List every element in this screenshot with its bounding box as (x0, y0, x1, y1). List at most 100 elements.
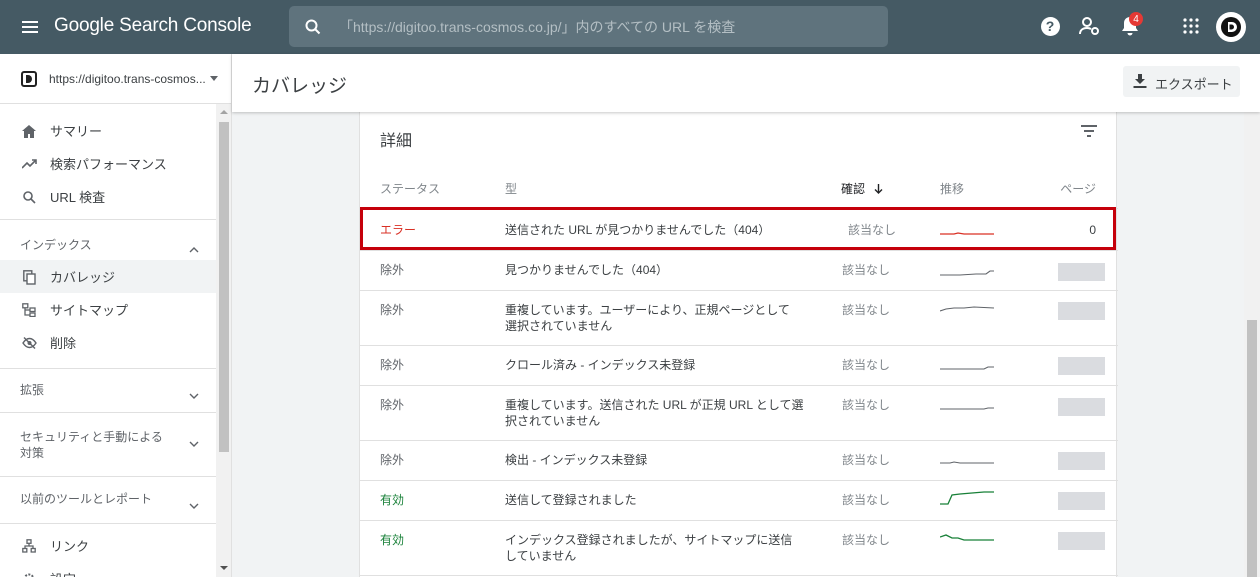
apps-grid-icon[interactable] (1179, 14, 1203, 38)
download-icon (1133, 74, 1147, 93)
status-cell: 有効 (380, 493, 405, 507)
top-app-bar: Google Search Console ? 4 (0, 0, 1260, 54)
sidebar-item-url-inspection[interactable]: URL 検査 (0, 180, 216, 213)
verify-cell: 該当なし (842, 493, 891, 507)
column-header-status[interactable]: ステータス (380, 180, 440, 197)
table-row[interactable]: 除外 重複しています。送信された URL が正規 URL として選 択されていま… (360, 385, 1118, 440)
verify-cell: 該当なし (842, 398, 891, 412)
section-title-line1: セキュリティと手動による (20, 430, 163, 444)
chevron-up-icon[interactable] (189, 240, 199, 258)
table-row[interactable]: 除外 見つかりませんでした（404） 該当なし (360, 250, 1118, 290)
sidebar-item-removals[interactable]: 削除 (0, 326, 216, 359)
type-cell-line2: していません (505, 549, 577, 563)
trend-sparkline (940, 489, 994, 511)
status-cell: 除外 (380, 453, 405, 467)
property-url: https://digitoo.trans-cosmos... (49, 72, 206, 86)
sidebar-item-label: 削除 (50, 336, 77, 351)
section-title[interactable]: インデックス (20, 237, 92, 253)
page-title: カバレッジ (252, 76, 348, 97)
export-button[interactable]: エクスポート (1123, 66, 1240, 97)
export-label: エクスポート (1155, 77, 1233, 92)
search-input[interactable] (339, 6, 879, 47)
sidebar-item-label: サイトマップ (50, 303, 129, 318)
sidebar-item-links[interactable]: リンク (0, 529, 216, 562)
sidebar-scrollbar-thumb[interactable] (219, 122, 229, 452)
search-icon (305, 19, 321, 40)
sidebar-item-label: URL 検査 (50, 190, 106, 205)
sidebar-item-summary[interactable]: サマリー (0, 114, 216, 147)
type-cell-line2: 択されていません (505, 414, 601, 428)
table-row[interactable]: 除外 検出 - インデックス未登録 該当なし (360, 440, 1118, 480)
status-cell: 有効 (380, 533, 405, 547)
sidebar-item-coverage[interactable]: カバレッジ (0, 260, 216, 293)
verify-cell: 該当なし (848, 223, 897, 237)
home-icon (21, 123, 37, 139)
type-cell-line1: 重複しています。ユーザーにより、正規ページとして (505, 303, 790, 317)
sidebar-item-label: 検索パフォーマンス (50, 157, 167, 172)
sidebar-item-performance[interactable]: 検索パフォーマンス (0, 147, 216, 180)
type-cell-line1: インデックス登録されましたが、サイトマップに送信 (505, 533, 793, 547)
column-header-trend[interactable]: 推移 (940, 180, 964, 197)
verify-cell: 該当なし (842, 453, 891, 467)
type-cell: 送信して登録されました (505, 493, 637, 507)
type-cell: 見つかりませんでした（404） (505, 263, 669, 277)
sidebar-item-label: 設定 (50, 569, 76, 577)
column-header-pages[interactable]: ページ (1060, 180, 1096, 197)
property-logo-icon (21, 71, 37, 87)
sitemap-icon (21, 302, 37, 318)
dropdown-caret-icon (210, 76, 218, 81)
table-row[interactable]: エラー 送信された URL が見つかりませんでした（404） 該当なし 0 (360, 208, 1118, 250)
filter-icon[interactable] (1080, 124, 1098, 143)
pages-count-redacted (1058, 492, 1105, 510)
sidebar-item-label: リンク (50, 539, 90, 554)
sidebar-section-enhancements[interactable]: 拡張 (0, 368, 216, 412)
chevron-down-icon (189, 496, 199, 514)
copy-icon (21, 269, 37, 285)
pages-count-redacted (1058, 357, 1105, 375)
verify-cell: 該当なし (842, 263, 891, 277)
hamburger-menu-icon[interactable] (14, 11, 46, 43)
property-selector[interactable]: https://digitoo.trans-cosmos... (0, 54, 231, 104)
status-cell: 除外 (380, 303, 405, 317)
main-scrollbar-thumb[interactable] (1247, 320, 1257, 577)
details-card: 詳細 ステータス 型 確認 推移 ページ エラー 送信された URL が見つかり… (359, 112, 1118, 577)
trend-sparkline (939, 531, 994, 551)
chevron-down-icon (189, 386, 199, 404)
help-icon[interactable]: ? (1038, 14, 1062, 38)
sidebar-item-settings[interactable]: 設定 (0, 562, 216, 577)
page-header: カバレッジ エクスポート (232, 54, 1260, 112)
trending-up-icon (21, 156, 37, 172)
table-row[interactable]: 除外 クロール済み - インデックス未登録 該当なし (360, 345, 1118, 385)
trend-sparkline (940, 262, 994, 282)
type-cell-line1: 重複しています。送信された URL が正規 URL として選 (505, 398, 804, 412)
trend-sparkline (940, 397, 994, 417)
scroll-down-arrow-icon[interactable] (220, 566, 228, 570)
pages-count-redacted (1058, 452, 1105, 470)
status-cell: 除外 (380, 358, 405, 372)
sidebar: https://digitoo.trans-cosmos... サマリー 検索パ… (0, 54, 232, 577)
status-cell: エラー (380, 223, 417, 237)
search-icon (21, 189, 37, 205)
status-cell: 除外 (380, 263, 405, 277)
scroll-up-arrow-icon[interactable] (220, 110, 228, 114)
account-avatar[interactable] (1216, 12, 1246, 42)
manage-users-icon[interactable] (1078, 14, 1102, 38)
table-row[interactable]: 有効 インデックス登録されましたが、サイトマップに送信 していません 該当なし (360, 520, 1118, 575)
column-header-verify[interactable]: 確認 (841, 180, 883, 197)
type-cell: 送信された URL が見つかりませんでした（404） (505, 223, 771, 237)
table-row[interactable]: 除外 重複しています。ユーザーにより、正規ページとして 選択されていません 該当… (360, 290, 1118, 345)
url-inspection-search[interactable] (289, 6, 888, 47)
pages-count-redacted (1058, 263, 1105, 281)
app-title[interactable]: Google Search Console (54, 15, 252, 37)
sidebar-section-legacy-tools[interactable]: 以前のツールとレポート (0, 476, 216, 523)
details-title: 詳細 (380, 133, 413, 150)
column-header-type[interactable]: 型 (505, 180, 517, 197)
verify-cell: 該当なし (842, 303, 891, 317)
arrow-down-icon (874, 183, 883, 197)
sidebar-item-sitemaps[interactable]: サイトマップ (0, 293, 216, 326)
type-cell: クロール済み - インデックス未登録 (505, 358, 696, 372)
links-icon (21, 538, 37, 554)
sidebar-section-security[interactable]: セキュリティと手動による 対策 (0, 412, 216, 476)
table-row[interactable]: 有効 送信して登録されました 該当なし (360, 480, 1118, 520)
settings-icon (21, 571, 37, 577)
